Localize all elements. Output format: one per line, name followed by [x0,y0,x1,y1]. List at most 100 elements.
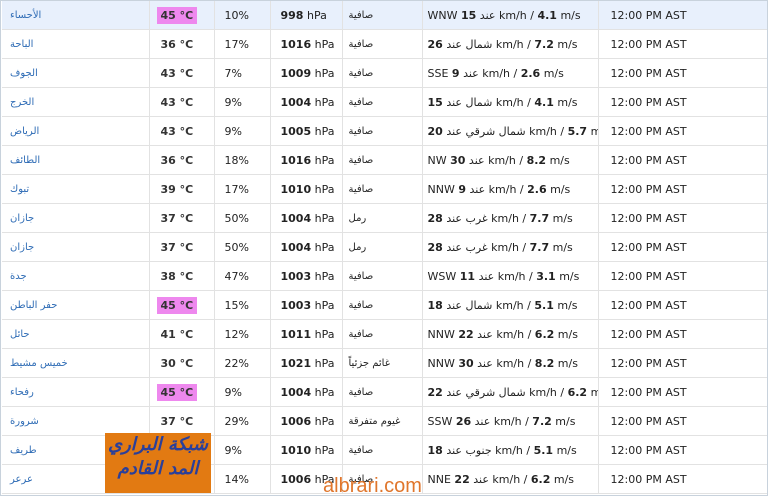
city-name[interactable]: الجوف [10,68,38,79]
weather-table-frame: الأحساء 45 °C 10% 998 hPa صافية WNW 15 عند km… [0,0,768,496]
city-name[interactable]: حائل [10,329,30,340]
city-name-link[interactable]: الأحساء [2,1,150,30]
wind-label: عند km/h / [474,414,529,428]
city-name[interactable]: جدة [10,271,27,282]
pressure-cell: 1011 hPa [270,319,343,349]
table-row: شرورة 37 °C 29% 1006 hPa غيوم متفرقة SSW 26 ع… [2,406,767,436]
wind-speed-ms: 2.6 [520,66,541,80]
wind-cell: NW 30 عند km/h / 8.2 m/s [422,145,599,175]
city-name[interactable]: خميس مشيط [10,358,68,369]
city-name-link[interactable]: رفحاء [2,377,150,407]
condition-value: صافية [342,29,423,59]
pressure-unit: hPa [314,37,335,51]
city-name[interactable]: الباحة [10,39,33,50]
logo-line-1: شبكة البراري [107,434,208,455]
city-name-link[interactable]: حائل [2,319,150,349]
city-name-link[interactable]: خميس مشيط [2,348,150,378]
weather-table: الأحساء 45 °C 10% 998 hPa صافية WNW 15 عند km… [2,1,767,494]
temperature-value: 38 °C [160,269,194,283]
observation-time: 12:00 PM AST [598,319,767,349]
wind-direction: NNW [427,327,455,341]
city-name[interactable]: الطائف [10,155,40,166]
watermark-text: albrari.com [323,475,422,496]
temperature-cell: 45 °C [149,377,215,407]
temperature-cell: 37 °C [149,406,215,436]
humidity-value: 7% [214,58,271,88]
wind-unit: m/s [559,269,580,283]
table-row: جازان 37 °C 50% 1004 hPa رمل 28 غرب عند km/h… [2,203,767,233]
pressure-unit: hPa [314,327,335,341]
wind-speed-ms: 7.2 [532,414,552,428]
wind-direction: WSW [427,269,457,283]
city-name-link[interactable]: تبوك [2,174,150,204]
city-name-link[interactable]: الجوف [2,58,150,88]
pressure-value: 998 [280,8,304,22]
pressure-value: 1010 [280,182,312,196]
humidity-value: 10% [214,1,271,30]
pressure-unit: hPa [314,356,335,370]
pressure-value: 1006 [280,472,312,486]
wind-speed-ms: 8.2 [534,356,555,370]
wind-cell: 28 غرب عند km/h / 7.7 m/s [422,203,599,233]
city-name[interactable]: الخرج [10,97,34,108]
city-name[interactable]: الأحساء [10,10,41,21]
pressure-value: 1004 [280,240,312,254]
wind-cell: 22 شمال شرقي عند km/h / 6.2 m/s [422,377,599,407]
wind-speed-ms: 6.2 [530,472,551,486]
wind-direction: NW [427,153,447,167]
pressure-unit: hPa [314,414,335,428]
wind-speed-kmh: 15 [427,95,443,109]
city-name-link[interactable]: الرياض [2,116,150,146]
city-name-link[interactable]: جازان [2,203,150,233]
city-name[interactable]: جازان [10,213,34,224]
temperature-cell: 45 °C [149,1,215,30]
city-name[interactable]: شرورة [10,416,39,427]
city-name-link[interactable]: جدة [2,261,150,291]
city-name[interactable]: جازان [10,242,34,253]
wind-speed-kmh: 22 [458,327,474,341]
temperature-value: 36 °C [160,153,194,167]
wind-cell: SSE 9 عند km/h / 2.6 m/s [422,58,599,88]
city-name-link[interactable]: الباحة [2,29,150,59]
humidity-value: 9% [214,116,271,146]
temperature-cell: 43 °C [149,87,215,117]
pressure-value: 1021 [280,356,312,370]
city-name-link[interactable]: حفر الباطن [2,290,150,320]
city-name[interactable]: عرعر [10,474,33,485]
condition-value: صافية [342,58,423,88]
condition-value: صافية [342,261,423,291]
pressure-value: 1004 [280,385,312,399]
condition-value: صافية [342,145,423,175]
city-name-link[interactable]: الطائف [2,145,150,175]
wind-speed-ms: 7.7 [529,211,550,225]
wind-label: عند km/h / [463,66,518,80]
city-name[interactable]: رفحاء [10,387,34,398]
city-name[interactable]: الرياض [10,126,39,137]
observation-time: 12:00 PM AST [598,203,767,233]
temperature-cell: 36 °C [149,145,215,175]
city-name-link[interactable]: شرورة [2,406,150,436]
temperature-value: 39 °C [160,182,194,196]
pressure-unit: hPa [314,124,335,138]
wind-speed-ms: 5.7 [567,124,588,138]
pressure-cell: 1004 hPa [270,87,343,117]
pressure-cell: 1003 hPa [270,261,343,291]
site-logo: شبكة البراري المد القادم [105,433,211,493]
city-name-link[interactable]: جازان [2,232,150,262]
wind-unit: m/s [549,153,570,167]
city-name[interactable]: طريف [10,445,37,456]
pressure-cell: 1010 hPa [270,435,343,465]
condition-value: غائم جزئياً [342,348,423,378]
wind-label: شمال شرقي عند km/h / [446,385,565,399]
wind-unit: m/s [557,95,578,109]
city-name[interactable]: تبوك [10,184,29,195]
humidity-value: 9% [214,435,271,465]
city-name[interactable]: حفر الباطن [10,300,57,311]
wind-speed-kmh: 11 [459,269,476,283]
temperature-cell: 37 °C [149,203,215,233]
condition-value: صافية [342,116,423,146]
city-name-link[interactable]: الخرج [2,87,150,117]
wind-speed-ms: 7.2 [534,37,554,51]
humidity-value: 50% [214,203,271,233]
wind-cell: WSW 11 عند km/h / 3.1 m/s [422,261,599,291]
